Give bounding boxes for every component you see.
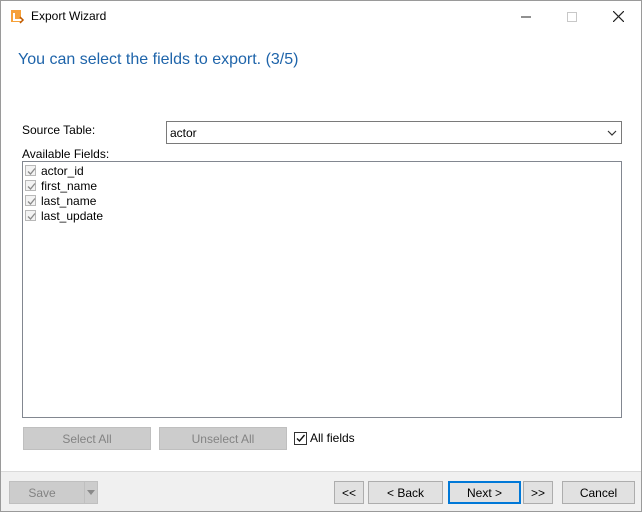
- last-step-button[interactable]: >>: [523, 481, 553, 504]
- step-header: You can select the fields to export. (3/…: [18, 51, 299, 68]
- checkbox-checked-icon[interactable]: [294, 431, 307, 445]
- caret-down-icon: [87, 489, 95, 495]
- checkbox-checked-icon[interactable]: [25, 180, 36, 191]
- list-item[interactable]: last_name: [25, 193, 96, 208]
- field-label: first_name: [41, 178, 98, 193]
- back-button[interactable]: < Back: [368, 481, 443, 504]
- export-wizard-window: Export Wizard You can select the fields …: [0, 0, 642, 512]
- available-fields-list[interactable]: actor_id first_name last_name last_updat…: [22, 161, 622, 418]
- title-bar: Export Wizard: [1, 1, 641, 32]
- save-label: Save: [28, 485, 56, 500]
- maximize-icon: [567, 11, 577, 22]
- source-table-value: actor: [170, 126, 197, 140]
- next-button[interactable]: Next >: [448, 481, 521, 504]
- save-button[interactable]: Save: [9, 481, 89, 504]
- source-table-select[interactable]: actor: [166, 121, 622, 144]
- list-item[interactable]: first_name: [25, 178, 97, 193]
- checkbox-checked-icon[interactable]: [25, 195, 36, 206]
- save-dropdown-button[interactable]: [84, 481, 98, 504]
- checkbox-checked-icon[interactable]: [25, 210, 36, 221]
- cancel-button[interactable]: Cancel: [562, 481, 635, 504]
- window-title: Export Wizard: [31, 9, 107, 23]
- unselect-all-button[interactable]: Unselect All: [159, 427, 287, 450]
- select-all-button[interactable]: Select All: [23, 427, 151, 450]
- minimize-icon: [521, 16, 531, 17]
- export-wizard-app-icon: [10, 9, 25, 24]
- list-item[interactable]: actor_id: [25, 163, 84, 178]
- list-item[interactable]: last_update: [25, 208, 103, 223]
- field-label: actor_id: [41, 163, 84, 178]
- close-icon: [612, 11, 624, 22]
- field-label: last_name: [41, 193, 97, 208]
- first-step-button[interactable]: <<: [334, 481, 364, 504]
- chevron-down-icon: [607, 130, 617, 136]
- minimize-button[interactable]: [503, 1, 549, 32]
- close-button[interactable]: [595, 1, 641, 32]
- field-label: last_update: [41, 208, 104, 223]
- source-table-label: Source Table:: [22, 123, 96, 137]
- checkbox-checked-icon[interactable]: [25, 165, 36, 176]
- available-fields-label: Available Fields:: [22, 147, 110, 161]
- all-fields-label: All fields: [310, 431, 355, 445]
- all-fields-checkbox[interactable]: All fields: [294, 431, 355, 445]
- maximize-button[interactable]: [549, 1, 595, 32]
